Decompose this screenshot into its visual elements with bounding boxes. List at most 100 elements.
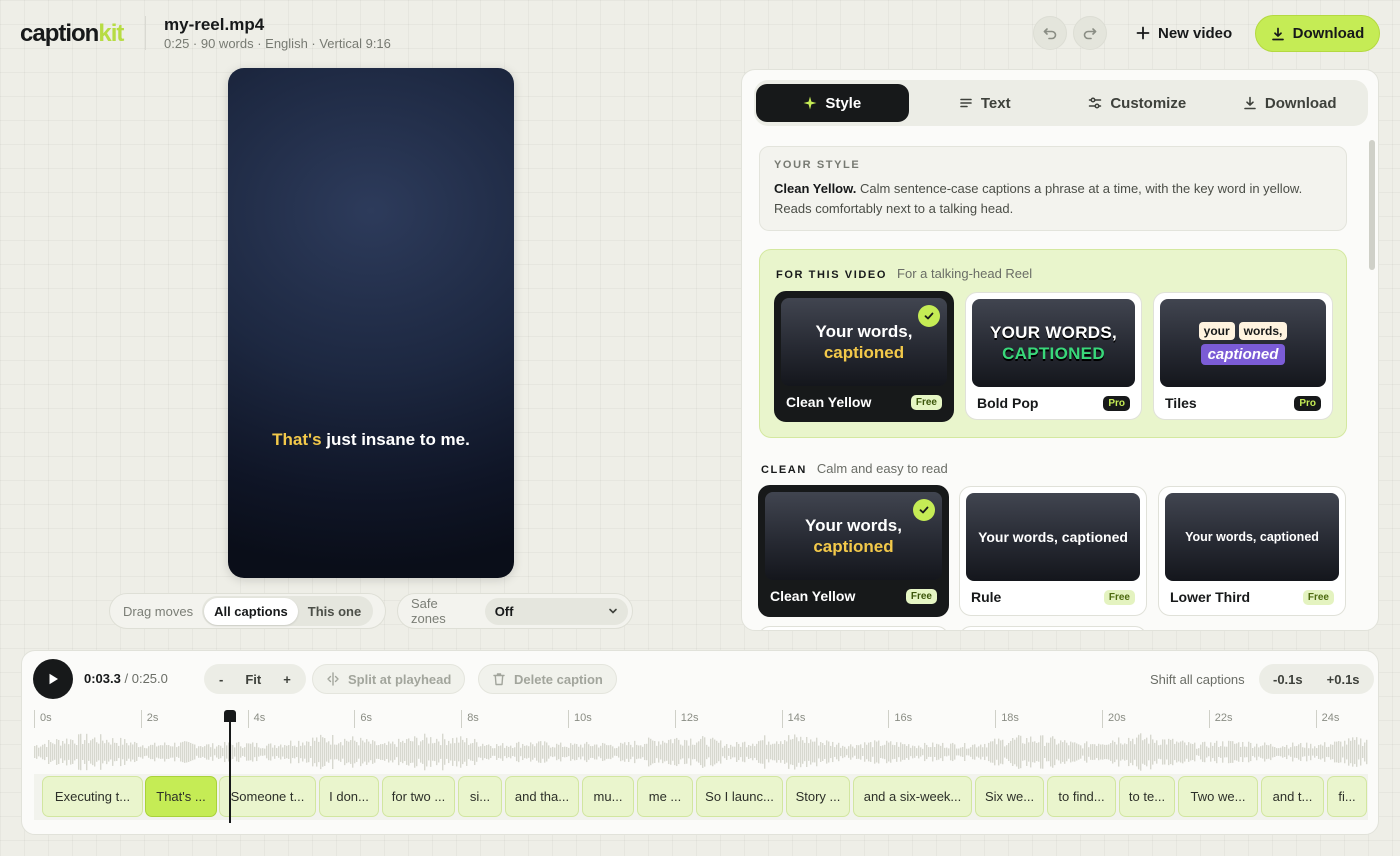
style-card-tiles[interactable]: your words, captioned Tiles Pro bbox=[1153, 292, 1333, 420]
check-icon bbox=[918, 305, 940, 327]
tab-customize-label: Customize bbox=[1110, 94, 1187, 112]
style-card-partial[interactable] bbox=[758, 626, 949, 630]
your-style-box: YOUR STYLE Clean Yellow. Calm sentence-c… bbox=[759, 146, 1347, 231]
preview-caption-rest: just insane to me. bbox=[321, 430, 470, 449]
clean-title: CLEAN bbox=[761, 464, 807, 476]
zoom-out-button[interactable]: - bbox=[208, 672, 234, 687]
this-one-option[interactable]: This one bbox=[298, 598, 371, 625]
ruler-tick: 0s bbox=[34, 710, 52, 728]
tab-download-label: Download bbox=[1264, 94, 1337, 112]
current-time: 0:03.3 bbox=[84, 671, 121, 686]
caption-chip[interactable]: to find... bbox=[1047, 776, 1116, 817]
chevron-down-icon bbox=[609, 608, 617, 614]
style-thumbnail: your words, captioned bbox=[1160, 299, 1326, 387]
card-name: Bold Pop bbox=[977, 395, 1039, 411]
caption-chip[interactable]: So I launc... bbox=[696, 776, 783, 817]
caption-chip[interactable]: Someone t... bbox=[219, 776, 316, 817]
caption-chip[interactable]: mu... bbox=[582, 776, 634, 817]
split-button[interactable]: Split at playhead bbox=[312, 664, 466, 694]
time-readout: 0:03.3 / 0:25.0 bbox=[84, 671, 168, 686]
app-logo: captionkit bbox=[20, 20, 124, 47]
download-icon bbox=[1244, 96, 1256, 110]
caption-chip[interactable]: Executing t... bbox=[42, 776, 143, 817]
caption-chip[interactable]: Two we... bbox=[1178, 776, 1258, 817]
style-card-clean-yellow[interactable]: Your words, captioned Clean Yellow Free bbox=[758, 485, 949, 617]
safe-zones-control: Safe zones Off bbox=[397, 593, 633, 629]
caption-chip[interactable]: and a six-week... bbox=[853, 776, 972, 817]
new-video-button[interactable]: New video bbox=[1124, 16, 1244, 50]
caption-chip[interactable]: Six we... bbox=[975, 776, 1044, 817]
download-label: Download bbox=[1292, 25, 1365, 42]
ruler-tick: 2s bbox=[140, 710, 158, 728]
style-card-partial[interactable] bbox=[959, 626, 1147, 630]
thumbnail-text: Your words, captioned bbox=[805, 516, 902, 556]
caption-track: Executing t... That's ... Someone t... I do… bbox=[34, 774, 1368, 820]
safe-zones-select[interactable]: Off bbox=[484, 597, 628, 625]
tab-style-label: Style bbox=[825, 94, 862, 112]
panel-scrollbar[interactable] bbox=[1369, 140, 1375, 270]
your-style-name: Clean Yellow. bbox=[774, 181, 857, 196]
style-card-bold-pop[interactable]: YOUR WORDS, CAPTIONED Bold Pop Pro bbox=[965, 292, 1142, 420]
shift-forward-button[interactable]: +0.1s bbox=[1315, 672, 1372, 687]
tab-text-label: Text bbox=[980, 94, 1011, 112]
delete-caption-button[interactable]: Delete caption bbox=[478, 664, 617, 694]
all-captions-option[interactable]: All captions bbox=[204, 597, 298, 625]
redo-button[interactable] bbox=[1073, 16, 1107, 50]
ruler-tick: 10s bbox=[568, 710, 592, 728]
caption-chip[interactable]: me ... bbox=[637, 776, 693, 817]
caption-chip[interactable]: to te... bbox=[1119, 776, 1175, 817]
caption-chip[interactable]: si... bbox=[458, 776, 502, 817]
tab-style[interactable]: Style bbox=[756, 84, 909, 122]
undo-icon bbox=[1043, 28, 1057, 40]
shift-back-button[interactable]: -0.1s bbox=[1261, 672, 1315, 687]
caption-chip[interactable]: Story ... bbox=[786, 776, 850, 817]
style-card-lower-third[interactable]: Your words, captioned Lower Third Free bbox=[1158, 486, 1346, 616]
tab-customize[interactable]: Customize bbox=[1061, 84, 1214, 122]
tab-text[interactable]: Text bbox=[909, 84, 1062, 122]
caption-chip[interactable]: fi... bbox=[1327, 776, 1367, 817]
text-lines-icon bbox=[960, 98, 972, 108]
caption-chip[interactable]: I don... bbox=[319, 776, 379, 817]
style-card-rule[interactable]: Your words, captioned Rule Free bbox=[959, 486, 1147, 616]
ruler-tick: 22s bbox=[1208, 710, 1233, 728]
drag-mode-control: Drag moves All captions This one bbox=[109, 593, 386, 629]
audio-waveform[interactable] bbox=[34, 730, 1368, 774]
undo-button[interactable] bbox=[1033, 16, 1067, 50]
drag-mode-segment: All captions This one bbox=[202, 596, 374, 626]
delete-label: Delete caption bbox=[514, 671, 603, 687]
clean-subtitle: Calm and easy to read bbox=[816, 461, 948, 476]
shift-controls: -0.1s +0.1s bbox=[1259, 664, 1374, 694]
preview-caption-highlight: That's bbox=[272, 430, 322, 449]
zoom-fit-button[interactable]: Fit bbox=[234, 672, 272, 687]
timeline-panel: 0:03.3 / 0:25.0 - Fit + Split at playhea… bbox=[21, 650, 1379, 835]
sparkle-icon bbox=[803, 96, 817, 110]
style-card-clean-yellow[interactable]: Your words, captioned Clean Yellow Free bbox=[774, 291, 954, 422]
video-preview[interactable]: That's just insane to me. bbox=[228, 68, 514, 578]
trash-icon bbox=[493, 673, 505, 686]
caption-chip[interactable]: and tha... bbox=[505, 776, 579, 817]
card-name: Rule bbox=[971, 589, 1002, 605]
playhead[interactable] bbox=[229, 717, 231, 823]
zoom-in-button[interactable]: + bbox=[272, 672, 302, 687]
ruler-tick: 12s bbox=[674, 710, 699, 728]
style-panel: Style Text Customize Download YOUR STYLE… bbox=[741, 69, 1379, 631]
caption-chip[interactable]: That's ... bbox=[145, 776, 217, 817]
style-thumbnail: Your words, captioned bbox=[765, 492, 942, 580]
preview-caption[interactable]: That's just insane to me. bbox=[228, 430, 514, 450]
caption-chip[interactable]: and t... bbox=[1261, 776, 1324, 817]
play-button[interactable] bbox=[33, 659, 73, 699]
card-name: Tiles bbox=[1165, 395, 1197, 411]
pro-badge: Pro bbox=[1294, 395, 1321, 411]
download-button[interactable]: Download bbox=[1255, 15, 1380, 52]
ruler-tick: 4s bbox=[247, 710, 265, 728]
plus-icon bbox=[1136, 26, 1150, 40]
caption-chip[interactable]: for two ... bbox=[382, 776, 455, 817]
play-icon bbox=[49, 673, 58, 685]
for-video-title: FOR THIS VIDEO bbox=[776, 269, 888, 281]
for-video-header: FOR THIS VIDEO For a talking-head Reel bbox=[776, 266, 1032, 281]
card-name: Lower Third bbox=[1170, 589, 1251, 605]
ruler-tick: 24s bbox=[1315, 710, 1339, 728]
ruler-tick: 8s bbox=[461, 710, 479, 728]
tab-download[interactable]: Download bbox=[1214, 84, 1367, 122]
style-thumbnail: Your words, captioned bbox=[781, 298, 947, 386]
